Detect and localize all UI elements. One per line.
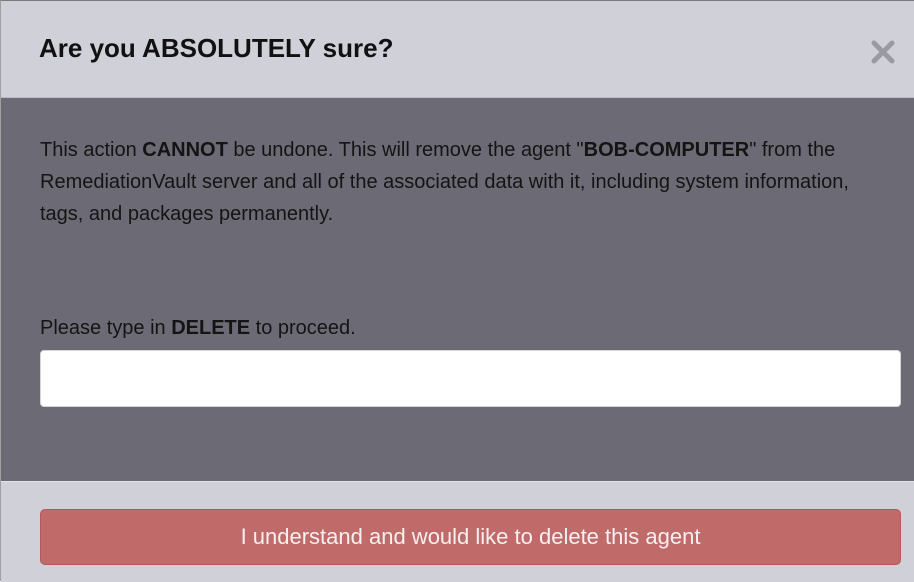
delete-agent-button[interactable]: I understand and would like to delete th… [40,509,901,565]
dialog-body: This action CANNOT be undone. This will … [1,98,914,481]
cannot-emphasis: CANNOT [142,139,228,161]
prompt-text-part: Please type in [40,317,172,339]
warning-message: This action CANNOT be undone. This will … [40,134,850,230]
agent-name: BOB-COMPUTER [583,139,750,161]
warning-text-part: be undone. This will remove the agent " [227,139,584,161]
dialog-footer: I understand and would like to delete th… [1,481,914,582]
dialog-title: Are you ABSOLUTELY sure? [39,33,394,63]
close-icon[interactable] [870,39,896,65]
prompt-text-part: to proceed. [250,317,356,339]
confirm-delete-input[interactable] [40,350,901,407]
warning-text-part: This action [40,139,143,161]
confirm-prompt: Please type in DELETE to proceed. [40,314,356,342]
dialog-header: Are you ABSOLUTELY sure? [1,1,914,98]
delete-keyword: DELETE [171,317,251,339]
delete-agent-dialog: Are you ABSOLUTELY sure? This action CAN… [0,0,914,582]
